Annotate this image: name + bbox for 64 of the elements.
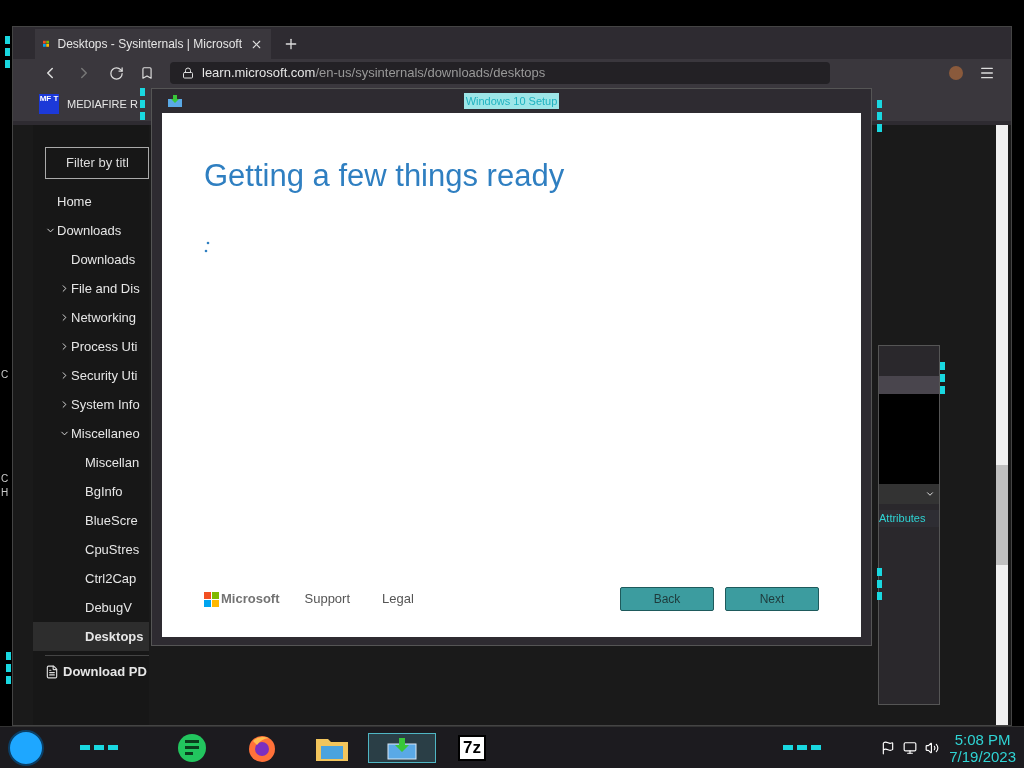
lock-icon: [182, 67, 194, 79]
led-icon: [940, 362, 945, 394]
nav-item[interactable]: Desktops: [33, 622, 149, 651]
start-button[interactable]: [8, 729, 44, 766]
dropdown-icon: [925, 489, 935, 499]
window-title: Windows 10 Setup: [463, 92, 560, 110]
desktop-label: C: [1, 472, 9, 486]
download-pdf-link[interactable]: Download PD: [63, 662, 147, 682]
notes-icon: [178, 733, 206, 762]
browser-tab[interactable]: Desktops - Sysinternals | Microsoft: [35, 29, 271, 59]
bookmark-badge: MF T: [39, 94, 59, 114]
nav-item[interactable]: Home: [33, 187, 149, 216]
footer-link[interactable]: Legal: [382, 589, 414, 609]
new-tab-icon[interactable]: [283, 36, 299, 52]
dropdown-field[interactable]: [879, 484, 939, 504]
address-bar[interactable]: learn.microsoft.com/en-us/sysinternals/downloads/desktops: [170, 62, 830, 84]
nav-item[interactable]: Security Uti: [33, 361, 149, 390]
led-icon: [140, 88, 145, 120]
bookmark-icon[interactable]: [140, 66, 154, 80]
clock-time[interactable]: 5:08 PM: [954, 730, 1011, 748]
brand-name: Microsoft: [221, 590, 280, 609]
nav-item[interactable]: Downloads: [33, 216, 149, 245]
panel-header: [879, 376, 939, 394]
led-icon: [783, 745, 822, 750]
setup-icon: [387, 735, 417, 760]
volume-icon[interactable]: [925, 740, 940, 755]
bookmark-link[interactable]: MEDIAFIRE R: [67, 95, 138, 113]
attributes-link[interactable]: Attributes: [879, 510, 939, 527]
nav-item[interactable]: CpuStres: [33, 535, 149, 564]
menu-icon[interactable]: [979, 65, 995, 81]
nav-item[interactable]: Miscellaneo: [33, 419, 149, 448]
filter-field[interactable]: Filter by titl: [45, 147, 149, 179]
nav-item[interactable]: Networking: [33, 303, 149, 332]
nav-item[interactable]: System Info: [33, 390, 149, 419]
nav-button[interactable]: Next: [725, 587, 819, 611]
setup-icon: [168, 95, 182, 107]
document-icon: [45, 664, 59, 679]
footer-link[interactable]: Support: [304, 589, 351, 609]
flag-icon[interactable]: [881, 740, 896, 755]
zip-icon: 7z: [458, 734, 486, 761]
reload-icon[interactable]: [109, 65, 124, 81]
desktop-label: H: [1, 486, 9, 500]
led-icon: [5, 36, 10, 68]
led-icon: [877, 100, 882, 132]
nav-item[interactable]: Ctrl2Cap: [33, 564, 149, 593]
nav-item[interactable]: Downloads: [33, 245, 149, 274]
setup-heading: Getting a few things ready: [204, 157, 566, 195]
network-icon[interactable]: [903, 740, 918, 755]
led-icon: [80, 745, 118, 750]
spinner-icon: [204, 239, 210, 254]
nav-item[interactable]: Miscellan: [33, 448, 149, 477]
nav-button[interactable]: Back: [620, 587, 714, 611]
led-icon: [6, 652, 11, 684]
taskbar-app[interactable]: [368, 732, 436, 763]
nav-item[interactable]: BgInfo: [33, 477, 149, 506]
nav-item[interactable]: DebugV: [33, 593, 149, 622]
microsoft-logo-icon: [204, 591, 219, 607]
desktop-label: C: [1, 368, 9, 382]
nav-item[interactable]: BlueScre: [33, 506, 149, 535]
taskbar-app[interactable]: 7z: [438, 732, 506, 763]
nav-item[interactable]: Process Uti: [33, 332, 149, 361]
clock-date[interactable]: 7/19/2023: [949, 747, 1016, 765]
led-icon: [877, 568, 882, 600]
nav-item[interactable]: File and Dis: [33, 274, 149, 303]
